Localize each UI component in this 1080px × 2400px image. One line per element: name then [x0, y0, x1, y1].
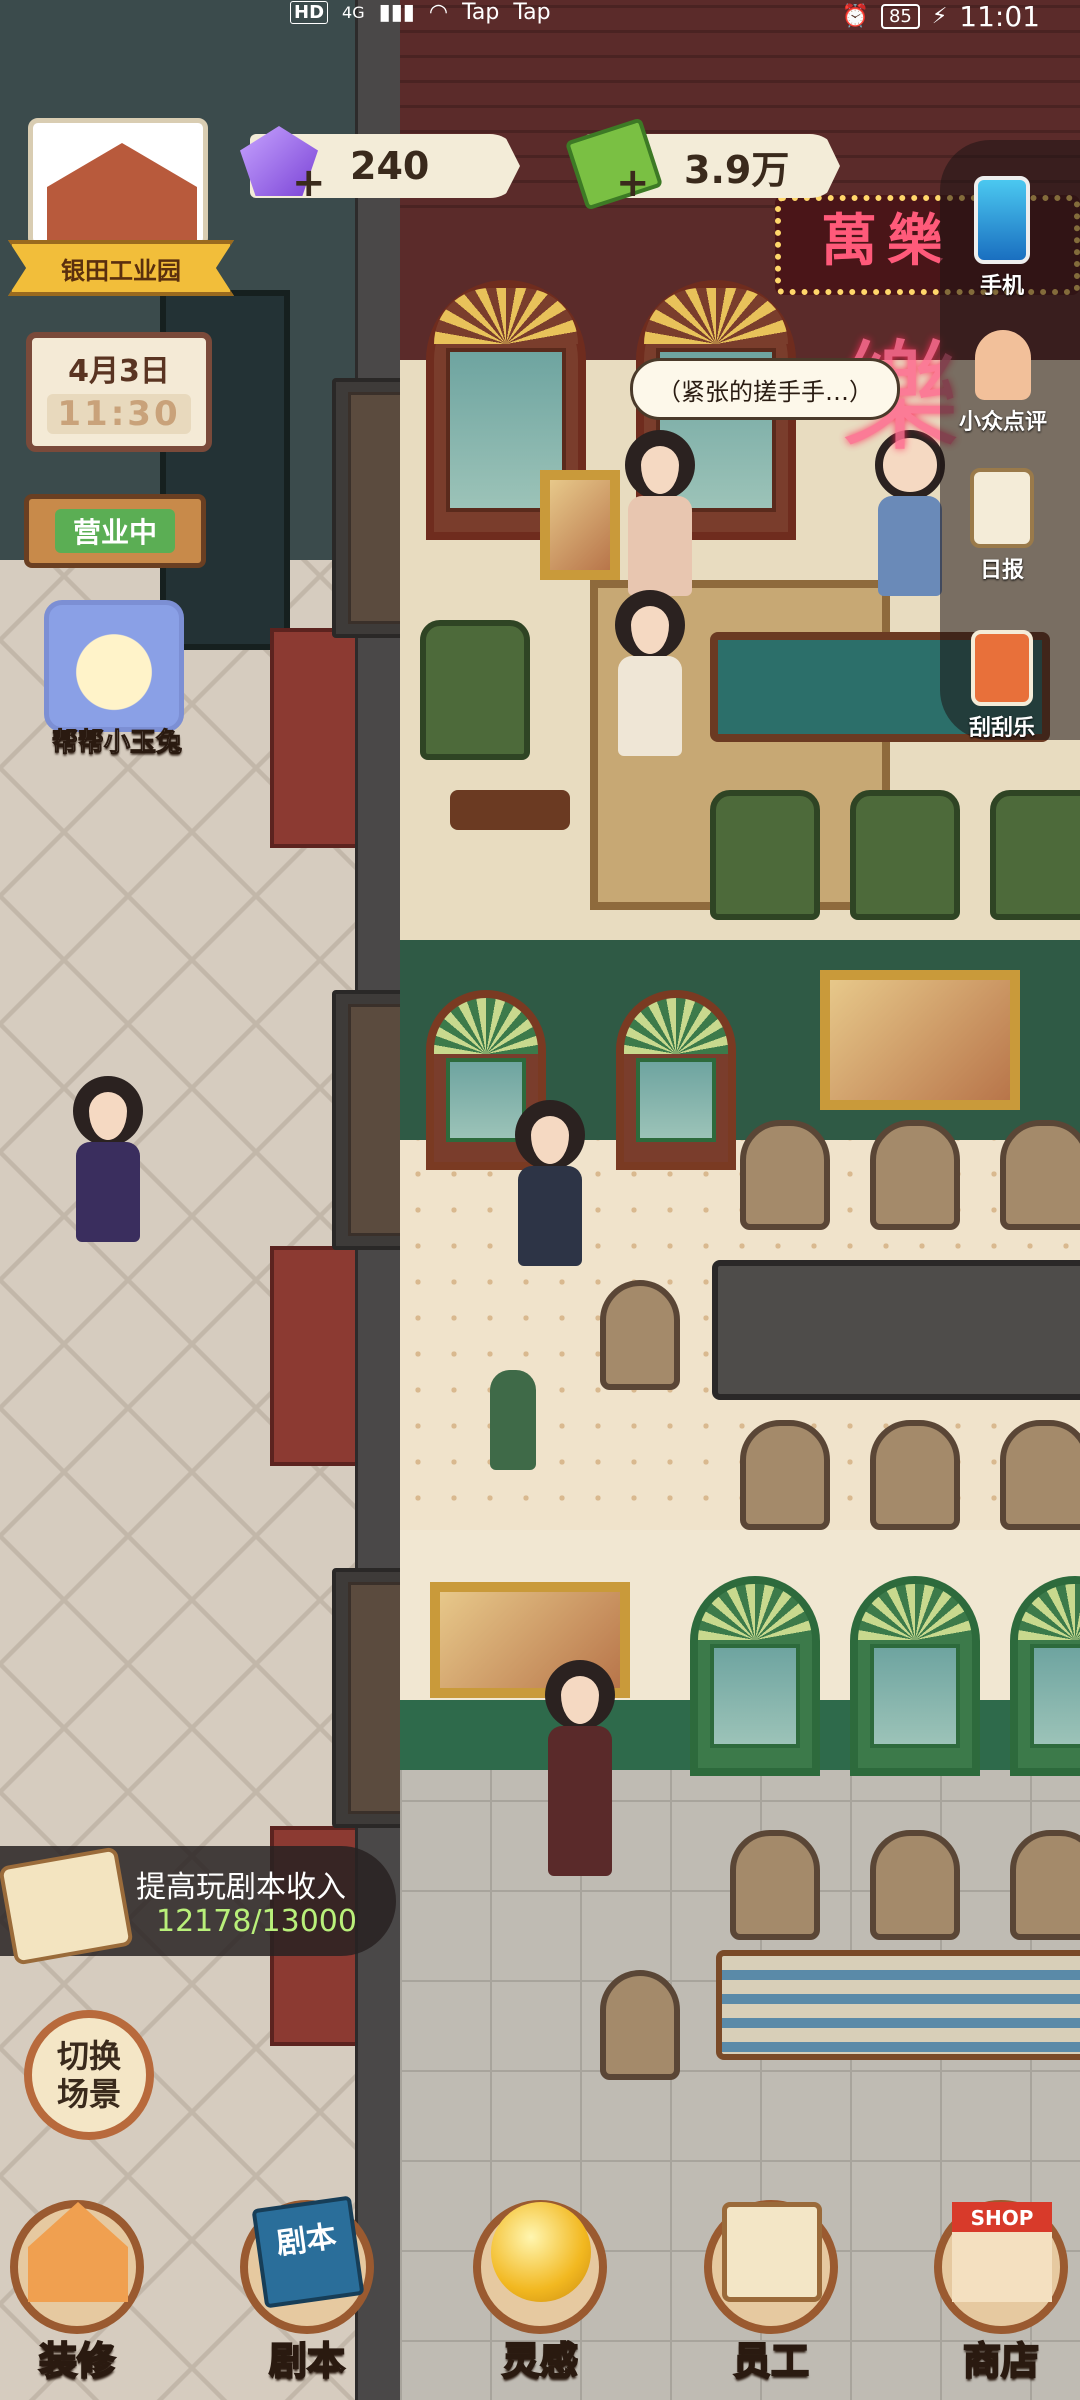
- business-status-sign[interactable]: 营业中: [24, 494, 206, 568]
- nav-inspiration[interactable]: 灵感: [465, 2180, 615, 2400]
- chair[interactable]: [1010, 1830, 1080, 1940]
- chair[interactable]: [870, 1830, 960, 1940]
- signal-icon: ▮▮▮: [378, 0, 415, 25]
- cash-amount: 3.9万: [684, 147, 790, 192]
- thumbs-up-icon: [975, 330, 1031, 400]
- arched-window: [1010, 1576, 1080, 1776]
- chair[interactable]: [1000, 1120, 1080, 1230]
- chair[interactable]: [600, 1280, 680, 1390]
- armchair[interactable]: [710, 790, 820, 920]
- staff-card-icon: [722, 2202, 822, 2302]
- nav-decorate[interactable]: 装修: [2, 2180, 152, 2400]
- game-screen: 萬樂 樂 （紧张的搓手手…） HD 4G ▮▮▮ ◠ Tap Tap ⏰ 85 …: [0, 0, 1080, 2400]
- zone-name[interactable]: 银田工业园: [8, 240, 234, 296]
- npc-speech-bubble: （紧张的搓手手…）: [630, 358, 900, 420]
- business-status: 营业中: [54, 509, 175, 553]
- armchair[interactable]: [850, 790, 960, 920]
- wifi-icon: ◠: [428, 0, 449, 25]
- phone-button[interactable]: 手机: [952, 176, 1052, 300]
- scratch-card-button[interactable]: 刮刮乐: [952, 630, 1052, 742]
- npc-waitress[interactable]: [68, 1076, 148, 1242]
- daily-report-button[interactable]: 日报: [952, 468, 1052, 584]
- chair[interactable]: [740, 1120, 830, 1230]
- switch-scene-button[interactable]: 切换 场景: [24, 2010, 154, 2140]
- bottom-nav: 装修 剧本 剧本 灵感 员工 SHOP 商店: [0, 2180, 1080, 2400]
- clock: 11:01: [959, 0, 1040, 33]
- switch-scene-label: 场景: [56, 2075, 121, 2113]
- network-indicator: 4G: [342, 3, 365, 22]
- arched-window: [850, 1576, 980, 1776]
- phone-label: 手机: [979, 274, 1024, 299]
- review-button[interactable]: 小众点评: [948, 330, 1058, 436]
- calendar-date: 4月3日: [68, 354, 170, 389]
- quest-banner[interactable]: 提高玩剧本收入 12178/13000: [0, 1846, 396, 1966]
- nav-inspiration-label: 灵感: [501, 2338, 579, 2384]
- easel-portrait[interactable]: [540, 470, 620, 580]
- chair[interactable]: [870, 1120, 960, 1230]
- battery-indicator: 85: [880, 4, 920, 29]
- clipboard-icon: [970, 468, 1034, 548]
- vase[interactable]: [490, 1370, 536, 1470]
- armchair[interactable]: [990, 790, 1080, 920]
- hd-indicator: HD: [290, 1, 329, 24]
- chair[interactable]: [870, 1420, 960, 1530]
- alarm-icon: ⏰: [841, 4, 869, 29]
- chair[interactable]: [600, 1970, 680, 2080]
- chair[interactable]: [1000, 1420, 1080, 1530]
- side-table[interactable]: [450, 790, 570, 830]
- quest-title: 提高玩剧本收入: [136, 1870, 346, 1905]
- chair[interactable]: [740, 1420, 830, 1530]
- notification-app: Tap: [513, 0, 551, 25]
- calendar-time: 11:30: [47, 394, 191, 434]
- scratch-card-icon: [971, 630, 1033, 706]
- dining-table[interactable]: [716, 1950, 1080, 2060]
- phone-icon: [974, 176, 1030, 264]
- shop-icon: SHOP: [952, 2202, 1052, 2302]
- room-floor-2[interactable]: [400, 940, 1080, 1530]
- script-book-icon: 剧本: [251, 2195, 365, 2309]
- add-gems-icon[interactable]: +: [292, 160, 326, 206]
- status-bar: HD 4G ▮▮▮ ◠ Tap Tap ⏰ 85 ⚡ 11:01: [0, 0, 1080, 33]
- notification-app: Tap: [462, 0, 500, 25]
- nav-staff-label: 员工: [732, 2338, 810, 2384]
- building-icon: [47, 143, 197, 243]
- zone-card[interactable]: [28, 118, 208, 248]
- wall-painting: [820, 970, 1020, 1110]
- armchair[interactable]: [420, 620, 530, 760]
- npc-schoolgirl[interactable]: [510, 1100, 590, 1266]
- arched-window: [690, 1576, 820, 1776]
- nav-decorate-label: 装修: [38, 2338, 116, 2384]
- npc-qipao-lady[interactable]: [540, 1660, 620, 1876]
- chair[interactable]: [730, 1830, 820, 1940]
- nav-script-label: 剧本: [268, 2338, 346, 2384]
- review-label: 小众点评: [958, 410, 1047, 435]
- gem-count: 240: [350, 144, 430, 188]
- scratch-card-label: 刮刮乐: [968, 716, 1035, 741]
- npc-lady-fan[interactable]: [620, 430, 700, 596]
- nav-staff[interactable]: 员工: [696, 2180, 846, 2400]
- nav-shop-label: 商店: [962, 2338, 1040, 2384]
- daily-report-label: 日报: [979, 558, 1024, 583]
- nav-shop[interactable]: SHOP 商店: [926, 2180, 1076, 2400]
- nav-script[interactable]: 剧本 剧本: [232, 2180, 382, 2400]
- meeting-table[interactable]: [712, 1260, 1080, 1400]
- helper-bunny-label: 帮帮小玉兔: [51, 728, 182, 759]
- npc-seated-lady[interactable]: [610, 590, 690, 756]
- arched-window: [616, 990, 736, 1170]
- calendar: 4月3日 11:30: [26, 332, 212, 452]
- lightbulb-icon: [491, 2202, 591, 2302]
- quest-progress: 12178/13000: [156, 1904, 357, 1939]
- add-cash-icon[interactable]: +: [616, 160, 650, 206]
- helper-bunny-button[interactable]: [44, 600, 184, 732]
- charging-icon: ⚡: [931, 4, 948, 29]
- switch-scene-label: 切换: [56, 2037, 121, 2075]
- shop-badge: SHOP: [970, 2206, 1034, 2230]
- scroll-icon: [0, 1846, 134, 1966]
